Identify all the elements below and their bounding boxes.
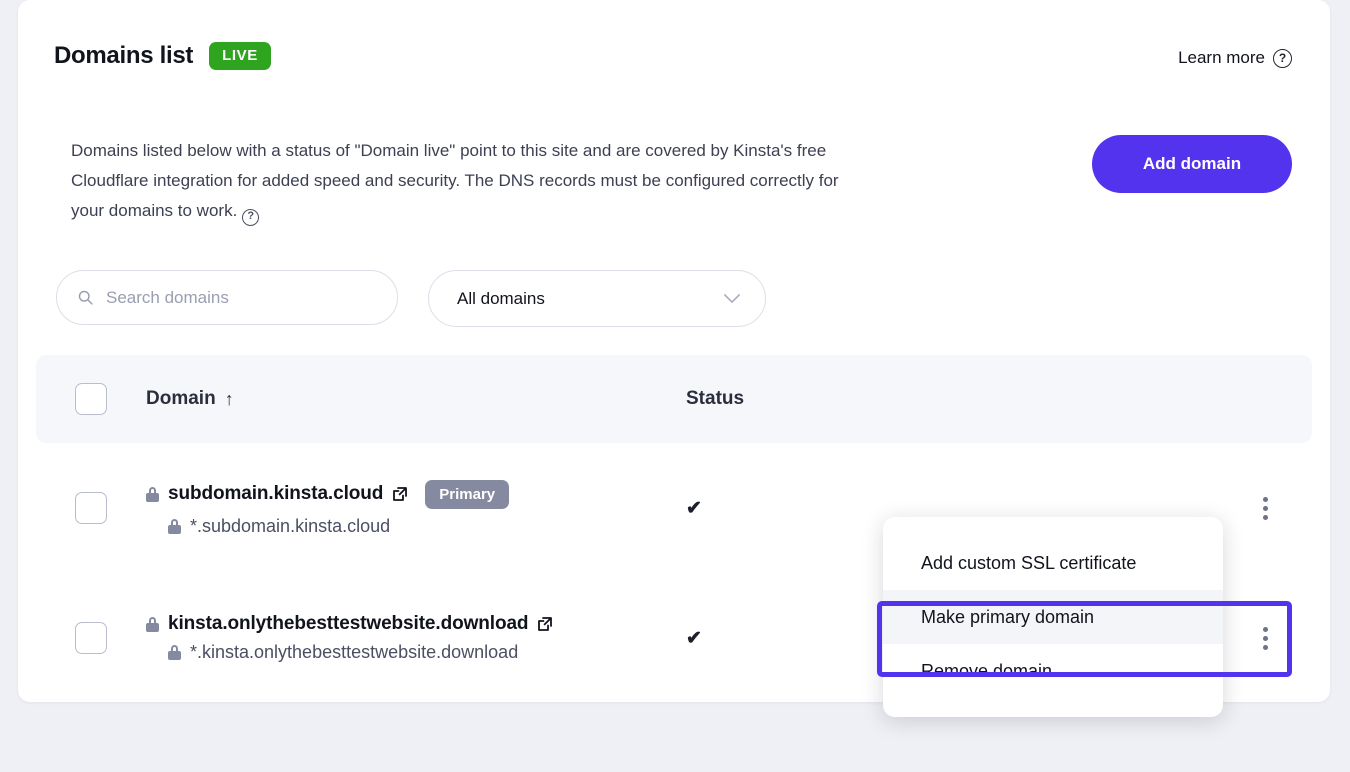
status-check-icon: ✔ [686, 497, 702, 520]
add-domain-button[interactable]: Add domain [1092, 135, 1292, 193]
domain-primary-line: kinsta.onlythebesttestwebsite.download [146, 613, 686, 635]
column-header-domain[interactable]: Domain ↑ [146, 388, 686, 410]
title-group: Domains list LIVE [54, 42, 271, 70]
domain-cell: subdomain.kinsta.cloud Primary *.subdoma… [146, 480, 686, 537]
status-cell: ✔ [686, 497, 886, 520]
select-all-cell [36, 383, 146, 415]
row-select-cell [36, 622, 146, 654]
domain-primary-line: subdomain.kinsta.cloud Primary [146, 480, 686, 509]
menu-item-remove-domain[interactable]: Remove domain [883, 644, 1223, 698]
domain-name[interactable]: kinsta.onlythebesttestwebsite.download [168, 613, 528, 635]
row-checkbox[interactable] [75, 492, 107, 524]
status-badge: LIVE [209, 42, 271, 70]
lock-icon [146, 617, 159, 632]
column-header-domain-label: Domain [146, 388, 216, 410]
column-header-status: Status [686, 388, 744, 410]
description-body: Domains listed below with a status of "D… [71, 141, 839, 220]
search-icon [77, 289, 94, 306]
row-actions-menu-button[interactable] [1263, 497, 1268, 520]
row-checkbox[interactable] [75, 622, 107, 654]
domain-filter-value: All domains [457, 289, 545, 309]
page-title: Domains list [54, 42, 193, 70]
external-link-icon[interactable] [537, 616, 553, 632]
lock-icon [146, 487, 159, 502]
select-all-checkbox[interactable] [75, 383, 107, 415]
lock-icon [168, 519, 181, 534]
primary-badge: Primary [425, 480, 509, 509]
status-check-icon: ✔ [686, 627, 702, 650]
question-circle-icon[interactable]: ? [242, 209, 259, 226]
row-actions-menu-button[interactable] [1263, 627, 1268, 650]
status-cell: ✔ [686, 627, 886, 650]
search-input[interactable] [106, 288, 377, 308]
learn-more-label: Learn more [1178, 48, 1265, 68]
domain-name[interactable]: subdomain.kinsta.cloud [168, 483, 383, 505]
lock-icon [168, 645, 181, 660]
question-circle-icon: ? [1273, 49, 1292, 68]
row-context-menu: Add custom SSL certificate Make primary … [883, 517, 1223, 717]
search-box[interactable] [56, 270, 398, 325]
description-text: Domains listed below with a status of "D… [71, 136, 871, 226]
chevron-down-icon [723, 293, 741, 304]
card-header: Domains list LIVE Learn more ? [18, 0, 1330, 110]
domain-alias-line: *.subdomain.kinsta.cloud [146, 516, 686, 537]
domain-filter-select[interactable]: All domains [428, 270, 766, 327]
domain-alias: *.kinsta.onlythebesttestwebsite.download [190, 642, 518, 663]
sort-ascending-icon: ↑ [225, 389, 234, 410]
menu-item-make-primary-domain[interactable]: Make primary domain [883, 590, 1223, 644]
learn-more-link[interactable]: Learn more ? [1178, 48, 1292, 68]
menu-item-add-custom-ssl[interactable]: Add custom SSL certificate [883, 536, 1223, 590]
domain-alias: *.subdomain.kinsta.cloud [190, 516, 390, 537]
row-select-cell [36, 492, 146, 524]
filter-bar: All domains [56, 270, 766, 327]
table-header-row: Domain ↑ Status [36, 355, 1312, 443]
domain-alias-line: *.kinsta.onlythebesttestwebsite.download [146, 642, 686, 663]
domain-cell: kinsta.onlythebesttestwebsite.download *… [146, 613, 686, 663]
external-link-icon[interactable] [392, 486, 408, 502]
